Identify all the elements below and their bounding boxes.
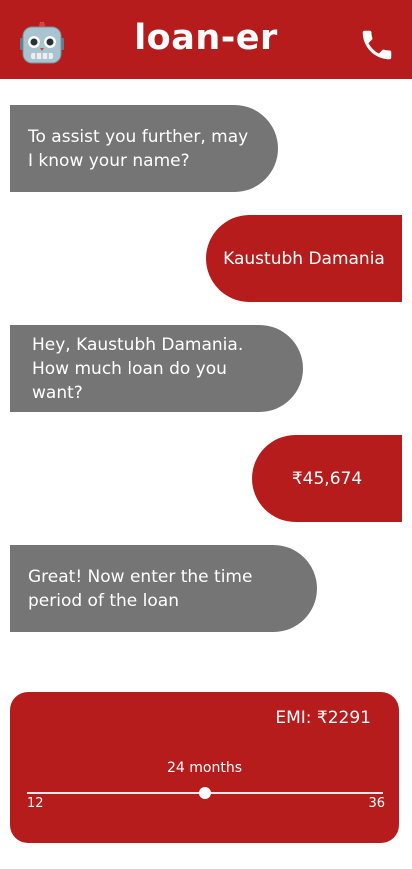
- chat-app: loan-er To assist you further, may I kno…: [0, 0, 412, 869]
- slider-min-label: 12: [27, 796, 44, 811]
- phone-icon[interactable]: [358, 26, 396, 64]
- months-value: 24 months: [167, 760, 242, 776]
- bot-message: To assist you further, may I know your n…: [10, 105, 278, 192]
- app-header: loan-er: [0, 0, 412, 79]
- emi-amount: EMI: ₹2291: [275, 708, 371, 728]
- emi-card: EMI: ₹2291 24 months 12 36: [10, 692, 399, 843]
- bot-message: Hey, Kaustubh Damania. How much loan do …: [10, 325, 303, 412]
- tenure-slider-thumb[interactable]: [199, 787, 211, 799]
- message-text: Kaustubh Damania: [223, 248, 385, 269]
- message-text: Great! Now enter the time period of the …: [28, 566, 253, 611]
- bot-message: Great! Now enter the time period of the …: [10, 545, 317, 632]
- message-text: To assist you further, may I know your n…: [28, 126, 249, 171]
- user-message: ₹45,674: [252, 435, 402, 522]
- message-text: Hey, Kaustubh Damania. How much loan do …: [32, 334, 244, 403]
- app-title: loan-er: [134, 18, 278, 58]
- message-text: ₹45,674: [291, 468, 363, 489]
- slider-max-label: 36: [368, 796, 385, 811]
- user-message: Kaustubh Damania: [206, 215, 402, 302]
